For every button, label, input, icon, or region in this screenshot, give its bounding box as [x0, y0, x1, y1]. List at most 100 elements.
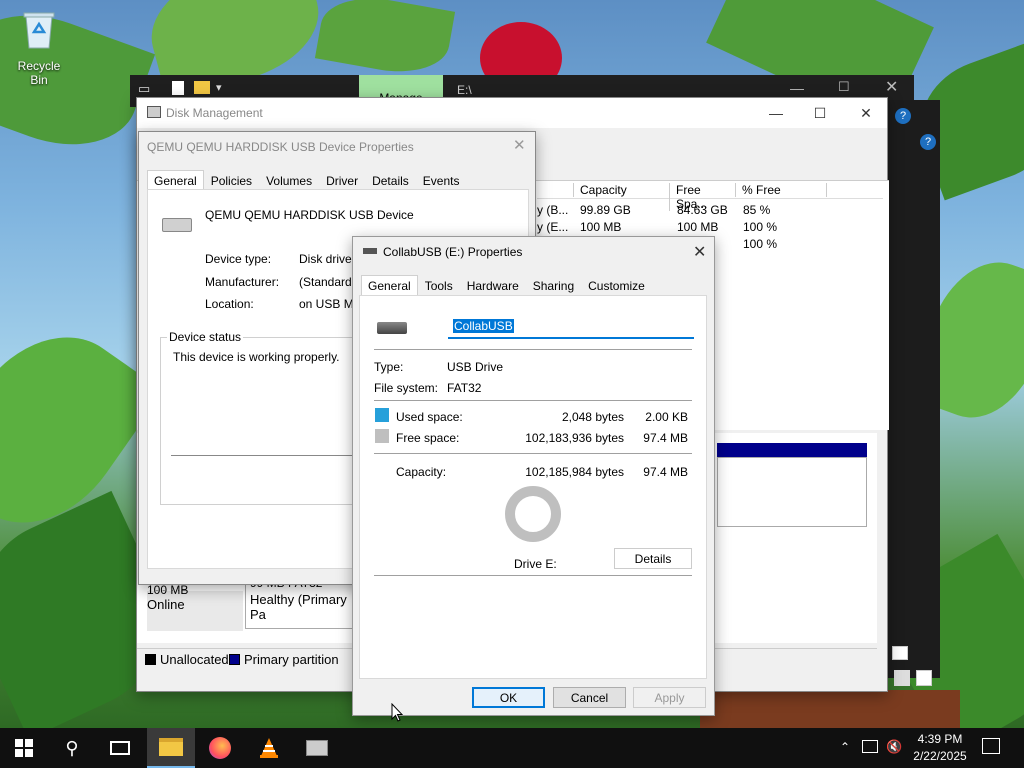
tiles-view-icon[interactable]	[916, 670, 932, 686]
cell-capacity: 100 MB	[580, 220, 622, 234]
device-properties-close-button[interactable]: ✕	[513, 136, 526, 154]
details-button[interactable]: Details	[614, 548, 692, 569]
windows-logo-icon	[15, 739, 33, 757]
list-view-icon[interactable]	[894, 670, 910, 686]
legend-primary: Primary partition	[244, 652, 339, 667]
type-value: USB Drive	[447, 360, 504, 374]
folder-icon	[159, 738, 183, 756]
tab-sharing[interactable]: Sharing	[526, 275, 581, 297]
volume-muted-icon[interactable]: 🔇	[886, 739, 902, 755]
maximize-button[interactable]: ☐	[797, 98, 843, 128]
disk-management-taskbar-icon[interactable]	[293, 728, 341, 768]
cell-percent: 100 %	[743, 237, 778, 251]
volume-list-header: Capacity Free Spa... % Free	[537, 181, 883, 211]
clock-date[interactable]: 2/22/2025	[904, 749, 976, 763]
device-name: QEMU QEMU HARDDISK USB Device	[205, 208, 414, 222]
start-button[interactable]	[0, 728, 48, 768]
location-label: Location:	[205, 297, 254, 311]
recycle-bin-shortcut[interactable]: Recycle Bin	[8, 8, 70, 87]
capacity-label: Capacity:	[396, 465, 447, 479]
search-icon[interactable]: ⚲	[48, 728, 96, 768]
device-type-label: Device type:	[205, 252, 272, 266]
folder-icon[interactable]	[194, 81, 210, 94]
vlc-taskbar-icon[interactable]	[245, 728, 293, 768]
ok-button[interactable]: OK	[472, 687, 545, 708]
drive-general-panel: CollabUSB Type: USB Drive File system: F…	[359, 295, 707, 679]
tab-tools[interactable]: Tools	[418, 275, 460, 297]
partition-header-bar	[717, 443, 867, 457]
partition-block[interactable]	[717, 457, 867, 527]
drive-label: Drive E:	[514, 557, 557, 571]
apply-button[interactable]: Apply	[633, 687, 706, 708]
type-label: Type:	[374, 360, 404, 374]
disk-drive-icon	[162, 218, 192, 232]
column-percent-free[interactable]: % Free	[735, 183, 827, 197]
task-view-icon[interactable]	[96, 728, 144, 768]
recycle-bin-icon	[22, 10, 56, 50]
separator	[374, 400, 692, 401]
recycle-bin-label: Recycle Bin	[17, 59, 61, 87]
cancel-button[interactable]: Cancel	[553, 687, 626, 708]
firefox-icon	[209, 737, 231, 759]
drive-properties-window: CollabUSB (E:) Properties ✕ General Tool…	[352, 236, 715, 716]
table-row[interactable]: y (B... 99.89 GB 84.63 GB 85 %	[537, 203, 883, 221]
device-properties-title: QEMU QEMU HARDDISK USB Device Properties	[147, 140, 414, 154]
taskbar: ⚲ ⌃ 🔇 4:39 PM 2/22/2025	[0, 728, 1024, 768]
cell-volume: y (B...	[537, 203, 569, 217]
help-icon[interactable]: ?	[895, 108, 911, 124]
cell-capacity: 99.89 GB	[580, 203, 631, 217]
explorer-maximize-button[interactable]: ☐	[838, 79, 850, 95]
device-status-text: This device is working properly.	[173, 350, 340, 364]
device-type-value: Disk drives	[299, 252, 358, 266]
firefox-taskbar-icon[interactable]	[196, 728, 244, 768]
tab-customize[interactable]: Customize	[581, 275, 652, 297]
clock-time[interactable]: 4:39 PM	[904, 732, 976, 746]
separator	[374, 349, 692, 350]
details-view-icon[interactable]	[892, 646, 908, 660]
used-space-swatch	[375, 408, 389, 422]
disk-status-text: Online	[147, 597, 185, 612]
manufacturer-label: Manufacturer:	[205, 275, 280, 289]
show-hidden-icons-chevron[interactable]: ⌃	[840, 740, 850, 754]
tab-general[interactable]: General	[361, 275, 418, 297]
drive-properties-title: CollabUSB (E:) Properties	[383, 245, 523, 259]
column-capacity[interactable]: Capacity	[573, 183, 669, 197]
explorer-dark-edge: ? ?	[888, 100, 940, 686]
used-space-size: 2.00 KB	[645, 410, 688, 424]
cell-volume: y (E...	[537, 220, 569, 234]
legend-unallocated: Unallocated	[160, 652, 229, 667]
explorer-close-button[interactable]: ✕	[885, 77, 898, 97]
network-icon[interactable]	[862, 740, 878, 753]
drive-properties-close-button[interactable]: ✕	[693, 242, 706, 262]
disk-management-icon	[147, 106, 161, 118]
disk-info-cell[interactable]: 100 MB Online	[147, 583, 243, 631]
properties-icon[interactable]	[172, 81, 184, 95]
cell-percent: 85 %	[743, 203, 771, 217]
branch-decoration	[700, 690, 960, 728]
volume-name-input[interactable]: CollabUSB	[448, 315, 694, 339]
disk-management-titlebar: Disk Management — ☐ ✕	[137, 98, 887, 128]
disk-size-text: 100 MB	[147, 583, 189, 597]
free-space-label: Free space:	[396, 431, 460, 445]
device-status-label: Device status	[167, 330, 244, 344]
mouse-cursor-icon	[391, 703, 403, 722]
minimize-button[interactable]: —	[753, 98, 799, 128]
file-system-value: FAT32	[447, 381, 482, 395]
help-icon[interactable]: ?	[920, 134, 936, 150]
free-space-swatch	[375, 429, 389, 443]
file-explorer-taskbar-icon[interactable]	[147, 728, 195, 768]
explorer-path: E:\	[457, 83, 472, 97]
explorer-minimize-button[interactable]: —	[790, 80, 804, 96]
tab-hardware[interactable]: Hardware	[460, 275, 526, 297]
leaf-decoration	[314, 0, 456, 81]
unallocated-swatch	[145, 654, 156, 665]
free-space-ring	[505, 486, 561, 542]
action-center-icon[interactable]	[982, 738, 1000, 754]
disk-icon	[306, 740, 328, 756]
explorer-quick-access-icon[interactable]: ▭	[138, 81, 150, 97]
close-button[interactable]: ✕	[843, 98, 889, 128]
capacity-size: 97.4 MB	[643, 465, 688, 479]
cell-free: 100 MB	[677, 220, 719, 234]
qat-dropdown-icon[interactable]: ▾	[216, 81, 222, 94]
free-space-size: 97.4 MB	[643, 431, 688, 445]
